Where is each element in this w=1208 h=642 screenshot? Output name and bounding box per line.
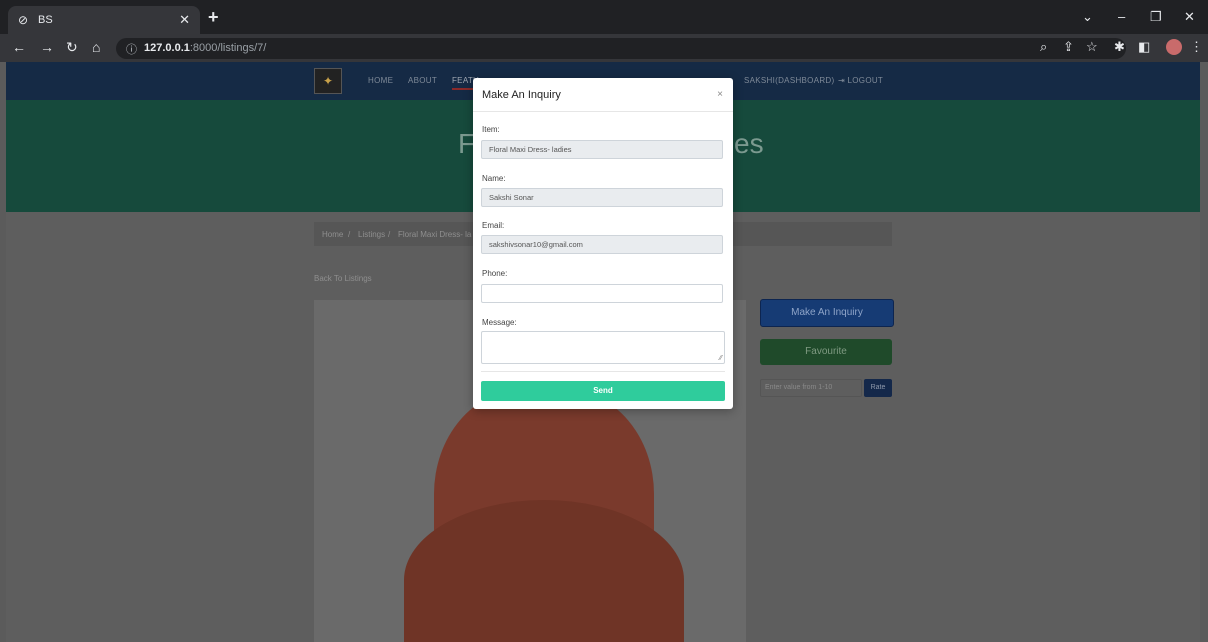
email-field[interactable]: sakshivsonar10@gmail.com xyxy=(481,235,723,254)
send-button[interactable]: Send xyxy=(481,381,725,401)
menu-icon[interactable]: ⋮ xyxy=(1190,39,1203,55)
browser-tab[interactable]: ⊘ BS ✕ xyxy=(8,6,200,34)
new-tab-icon[interactable]: + xyxy=(208,7,219,28)
message-textarea[interactable]: ⁄⁄ xyxy=(481,331,725,364)
browser-tabstrip: ⊘ BS ✕ + ⌄ – ❐ ✕ xyxy=(0,0,1208,34)
modal-header: Make An Inquiry × xyxy=(473,78,733,112)
reload-icon[interactable]: ↻ xyxy=(66,39,78,56)
globe-icon: ⊘ xyxy=(18,13,29,27)
item-label: Item: xyxy=(482,125,500,134)
info-icon[interactable]: ⓘ xyxy=(126,41,137,57)
browser-toolbar: ← → ↻ ⌂ ⓘ 127.0.0.1:8000/listings/7/ ⌕ ⇪… xyxy=(0,34,1208,62)
resize-handle-icon[interactable]: ⁄⁄ xyxy=(720,355,722,362)
close-window-icon[interactable]: ✕ xyxy=(1184,9,1195,25)
phone-field[interactable] xyxy=(481,284,723,303)
phone-label: Phone: xyxy=(482,269,508,278)
message-label: Message: xyxy=(482,318,517,327)
favourite-button[interactable]: Favourite xyxy=(760,339,892,365)
share-icon[interactable]: ⇪ xyxy=(1063,39,1074,55)
breadcrumb-home[interactable]: Home xyxy=(322,230,343,239)
sidepanel-icon[interactable]: ◧ xyxy=(1138,39,1150,55)
nav-home[interactable]: HOME xyxy=(368,76,393,85)
rate-button[interactable]: Rate xyxy=(864,379,892,397)
close-icon[interactable]: × xyxy=(717,89,723,100)
home-icon[interactable]: ⌂ xyxy=(92,39,100,55)
logout-icon: ⇥ xyxy=(838,76,848,85)
hero-title-right: es xyxy=(734,128,764,159)
breadcrumb-current: Floral Maxi Dress- la xyxy=(398,230,472,239)
nav-about[interactable]: ABOUT xyxy=(408,76,437,85)
star-icon[interactable]: ☆ xyxy=(1086,39,1098,55)
nav-logout[interactable]: ⇥ LOGOUT xyxy=(838,76,883,85)
tab-title: BS xyxy=(38,14,53,26)
zoom-icon[interactable]: ⌕ xyxy=(1040,39,1047,55)
modal-title: Make An Inquiry xyxy=(482,89,561,101)
name-field[interactable]: Sakshi Sonar xyxy=(481,188,723,207)
restore-icon[interactable]: ❐ xyxy=(1150,9,1162,25)
minimize-icon[interactable]: – xyxy=(1118,9,1125,24)
email-label: Email: xyxy=(482,221,505,230)
address-bar[interactable]: ⓘ 127.0.0.1:8000/listings/7/ xyxy=(116,38,1126,59)
forward-icon[interactable]: → xyxy=(40,39,54,55)
chevron-down-icon[interactable]: ⌄ xyxy=(1082,9,1093,25)
profile-avatar[interactable] xyxy=(1166,39,1182,55)
item-field[interactable]: Floral Maxi Dress- ladies xyxy=(481,140,723,159)
extensions-icon[interactable]: ✱ xyxy=(1114,39,1125,55)
modal-divider xyxy=(481,371,725,372)
back-to-listings-link[interactable]: Back To Listings xyxy=(314,274,372,283)
inquiry-modal: Make An Inquiry × Item: Floral Maxi Dres… xyxy=(473,78,733,409)
site-logo[interactable]: ✦ xyxy=(314,68,342,94)
close-tab-icon[interactable]: ✕ xyxy=(179,12,190,28)
nav-dashboard[interactable]: SAKSHI(DASHBOARD) xyxy=(744,76,834,85)
url-text: 127.0.0.1:8000/listings/7/ xyxy=(144,42,267,54)
rate-input[interactable]: Enter value from 1-10 xyxy=(760,379,862,397)
back-icon[interactable]: ← xyxy=(12,39,26,55)
name-label: Name: xyxy=(482,174,506,183)
breadcrumb-listings[interactable]: Listings xyxy=(358,230,385,239)
make-inquiry-button[interactable]: Make An Inquiry xyxy=(760,299,894,327)
